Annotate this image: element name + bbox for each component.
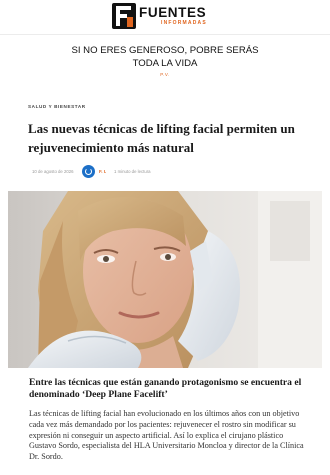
- article-date: 10 de agosto de 2026: [32, 169, 74, 174]
- promo-banner[interactable]: SI NO ERES GENEROSO, POBRE SERÁS TODA LA…: [0, 44, 330, 77]
- brand-subtitle: INFORMADAS: [161, 20, 207, 26]
- article-title: Las nuevas técnicas de lifting facial pe…: [28, 121, 295, 155]
- article-photo: [8, 191, 322, 368]
- promo-line-1: SI NO ERES GENEROSO, POBRE SERÁS: [71, 45, 259, 56]
- promo-line-2: TODA LA VIDA: [132, 58, 198, 69]
- category-label[interactable]: SALUD Y BIENESTAR: [28, 104, 86, 109]
- reading-time: 1 minuto de lectura: [114, 169, 151, 174]
- brand-name: FUENTES: [139, 5, 207, 20]
- site-logo[interactable]: FUENTES INFORMADAS: [111, 2, 221, 30]
- photo-illustration: [8, 191, 322, 368]
- logo-f-icon: [112, 3, 136, 29]
- article-lead: Entre las técnicas que están ganando pro…: [29, 377, 302, 400]
- author-name[interactable]: F. I.: [99, 169, 106, 174]
- article-meta: 10 de agosto de 2026 F. I. 1 minuto de l…: [28, 165, 228, 179]
- site-header: FUENTES INFORMADAS: [0, 0, 330, 35]
- author-avatar-icon[interactable]: [82, 165, 95, 178]
- article-body: Las técnicas de lifting facial han evolu…: [29, 409, 304, 462]
- promo-tag: P.V.: [160, 72, 170, 77]
